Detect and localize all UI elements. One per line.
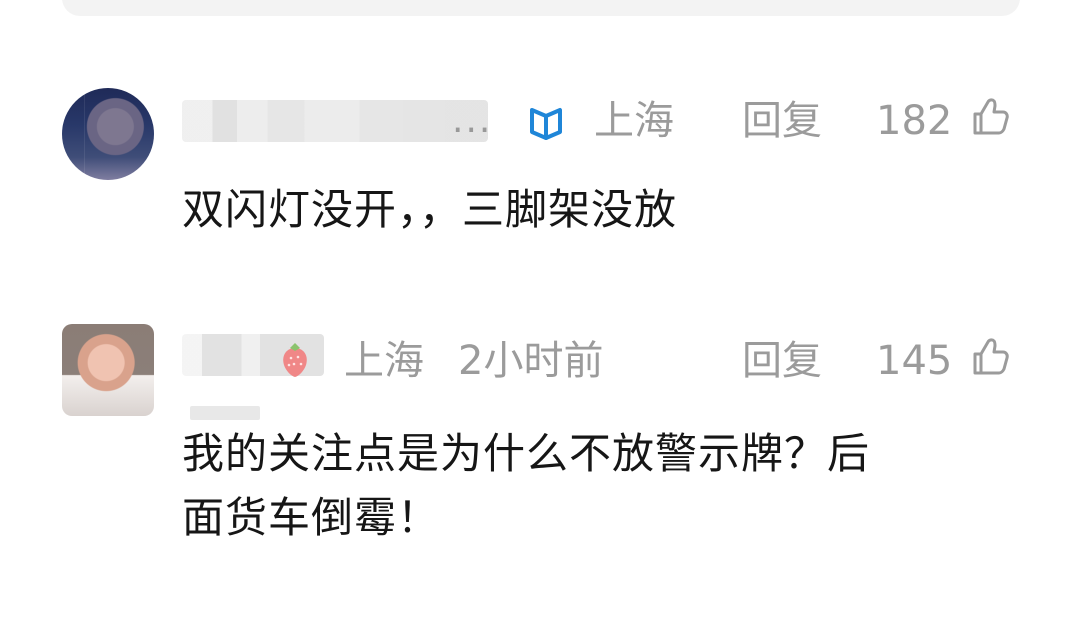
comment-item: 上海 2小时前 回复 145 我的关注点是为什么不放警示牌？后 面货车倒霉！ <box>0 324 1080 564</box>
like-count: 182 <box>876 98 953 144</box>
reply-button[interactable]: 回复 <box>742 101 822 141</box>
redacted-badge <box>190 406 260 420</box>
author-name-suffix: ... <box>452 100 493 141</box>
author-name-redacted <box>182 100 488 142</box>
thumbs-up-icon[interactable] <box>968 94 1014 140</box>
verified-badge-icon <box>526 104 568 142</box>
avatar[interactable] <box>62 88 154 180</box>
comment-text: 我的关注点是为什么不放警示牌？后 面货车倒霉！ <box>182 429 871 542</box>
like-count: 145 <box>876 338 953 384</box>
reply-button[interactable]: 回复 <box>742 341 822 381</box>
timestamp: 2小时前 <box>458 338 604 384</box>
location-label: 上海 <box>344 338 424 384</box>
top-card <box>62 0 1020 16</box>
avatar[interactable] <box>62 324 154 416</box>
location-label: 上海 <box>594 98 674 144</box>
comment-item: ... 上海 回复 182 双闪灯没开，，三脚架没放 <box>0 84 1080 254</box>
strawberry-icon <box>276 340 314 380</box>
comment-text: 双闪灯没开，，三脚架没放 <box>182 185 678 234</box>
thumbs-up-icon[interactable] <box>968 334 1014 380</box>
